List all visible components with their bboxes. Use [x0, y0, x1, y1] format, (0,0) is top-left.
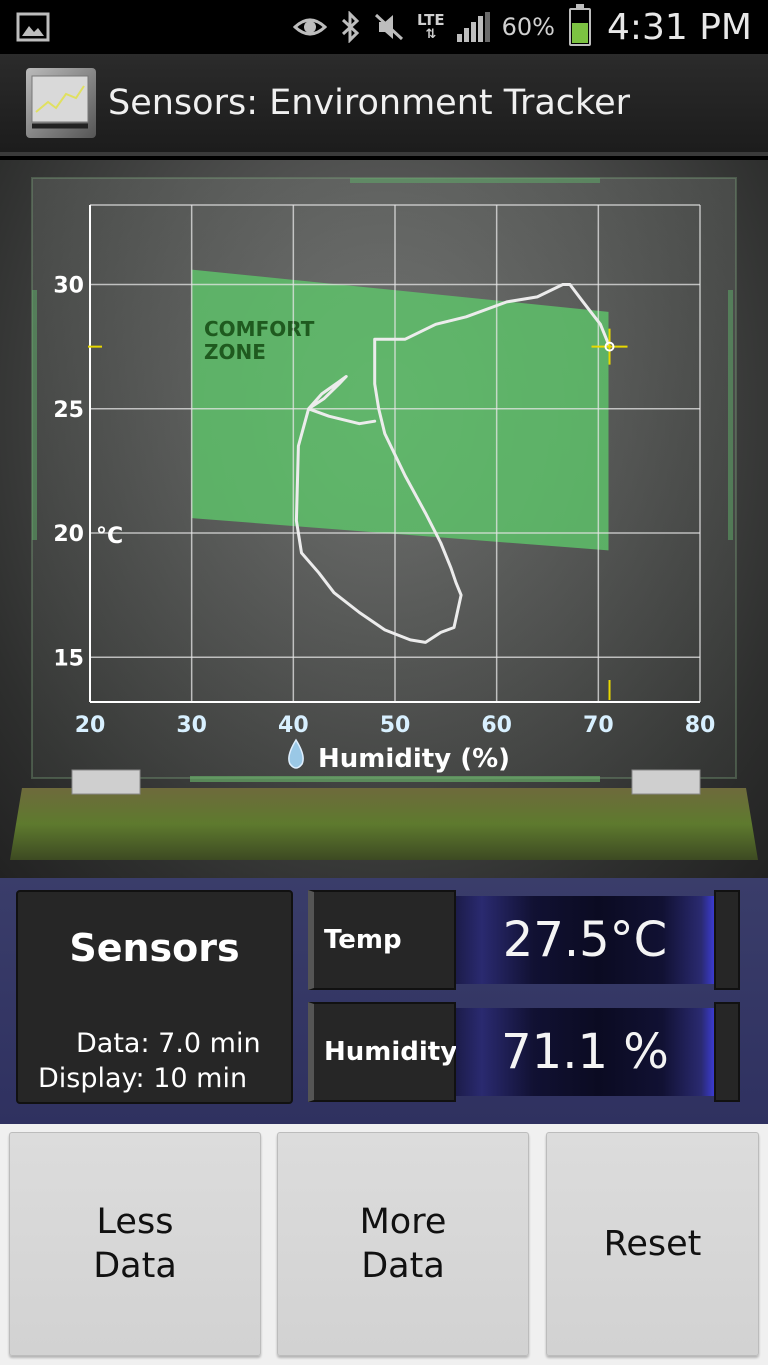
humidity-meter: Humidity 71.1 %	[308, 1002, 740, 1102]
x-tick-label: 70	[583, 713, 614, 738]
more-data-button[interactable]: More Data	[277, 1132, 529, 1356]
base-light-strip	[190, 776, 600, 782]
less-data-line2: Data	[93, 1246, 177, 1286]
y-tick-label: 20	[53, 522, 84, 547]
more-data-line2: Data	[361, 1246, 445, 1286]
x-tick-label: 80	[685, 713, 716, 738]
glass-edge-left	[32, 290, 37, 540]
sensors-info-box: Sensors Data: 7.0 min Display: 10 min	[16, 890, 293, 1104]
wood-base	[10, 788, 758, 860]
glass-edge-top	[350, 178, 600, 183]
reset-button[interactable]: Reset	[546, 1132, 759, 1356]
temp-meter-cap	[714, 890, 740, 990]
x-axis-label: Humidity (%)	[318, 744, 510, 774]
y-tick-label: 30	[53, 274, 84, 299]
temp-value: 27.5°C	[456, 896, 714, 984]
lte-icon: LTE ⇅	[417, 11, 445, 42]
button-bar: Less Data More Data Reset	[0, 1124, 768, 1365]
comfort-zone-label: COMFORT	[204, 317, 315, 341]
reset-label: Reset	[603, 1224, 702, 1264]
more-data-line1: More	[359, 1202, 447, 1242]
action-bar: Sensors: Environment Tracker	[0, 54, 768, 156]
x-axis-title: Humidity (%)	[288, 738, 510, 774]
x-tick-label: 50	[380, 713, 411, 738]
less-data-line1: Less	[96, 1202, 174, 1242]
temp-meter: Temp 27.5°C	[308, 890, 740, 990]
bluetooth-icon	[342, 11, 360, 43]
humidity-meter-cap	[714, 1002, 740, 1102]
humidity-label: Humidity	[308, 1002, 457, 1102]
sensors-title: Sensors	[69, 926, 240, 970]
x-tick-label: 30	[176, 713, 207, 738]
app-title: Sensors: Environment Tracker	[108, 83, 630, 123]
y-axis-unit: °C	[96, 524, 123, 549]
gallery-icon	[16, 12, 50, 42]
signal-icon	[456, 12, 490, 42]
x-tick-label: 60	[481, 713, 512, 738]
glass-edge-right	[728, 290, 733, 540]
y-tick-label: 15	[53, 646, 84, 671]
x-tick-label: 40	[278, 713, 309, 738]
clamp-right	[631, 769, 701, 795]
comfort-zone-label-2: ZONE	[204, 340, 266, 364]
battery-icon	[568, 4, 591, 46]
clamp-left	[71, 769, 141, 795]
network-type: LTE	[417, 11, 445, 29]
display-duration: Display: 10 min	[38, 1063, 248, 1094]
chart-area: COMFORT ZONE 20 30 40 50 60 70 80 15 20 25 30 °C H…	[0, 160, 768, 878]
data-duration: Data: 7.0 min	[76, 1028, 261, 1059]
comfort-zone	[191, 269, 609, 551]
less-data-button[interactable]: Less Data	[9, 1132, 261, 1356]
eye-icon	[293, 18, 328, 36]
y-tick-label: 25	[53, 398, 84, 423]
humidity-value: 71.1 %	[456, 1008, 714, 1096]
sensors-app-icon[interactable]	[26, 68, 96, 138]
clock: 4:31 PM	[606, 6, 752, 48]
temp-label: Temp	[308, 890, 456, 990]
battery-percent: 60%	[501, 13, 555, 41]
mute-icon	[375, 13, 404, 41]
humidity-temperature-chart: COMFORT ZONE 20 30 40 50 60 70 80 15 20 25 30 °C H…	[10, 177, 758, 860]
status-bar: LTE ⇅ 60% 4:31 PM	[0, 0, 768, 54]
x-tick-label: 20	[75, 713, 106, 738]
readout-panel: Sensors Data: 7.0 min Display: 10 min Te…	[0, 878, 768, 1124]
